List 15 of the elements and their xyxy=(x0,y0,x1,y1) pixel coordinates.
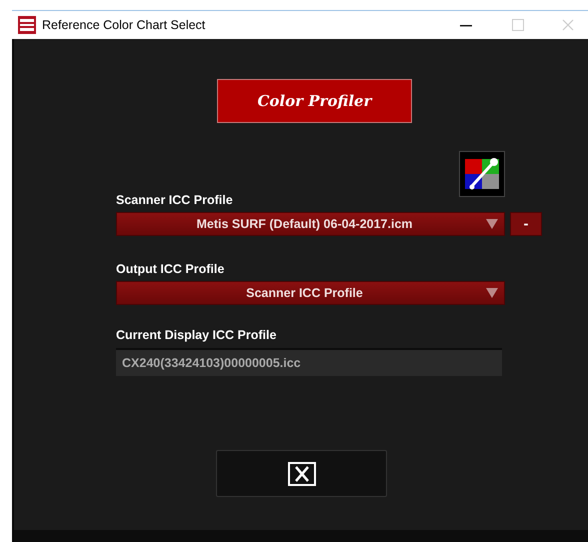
display-profile-field[interactable]: CX240(33424103)00000005.icc xyxy=(116,348,502,376)
close-button[interactable] xyxy=(216,450,387,497)
remove-button[interactable]: - xyxy=(510,212,542,236)
app-icon xyxy=(18,16,36,34)
app-logo-banner: Color Profiler xyxy=(217,79,412,123)
color-picker-icon[interactable] xyxy=(459,151,505,197)
field-label: Output ICC Profile xyxy=(116,262,226,276)
dropdown-arrow-icon xyxy=(486,219,498,229)
output-profile-dropdown[interactable]: Scanner ICC Profile xyxy=(116,281,505,305)
dropdown-arrow-icon xyxy=(486,288,498,298)
field-label: Scanner ICC Profile xyxy=(116,193,234,207)
window-title: Reference Color Chart Select xyxy=(42,16,206,34)
scanner-profile-dropdown[interactable]: Metis SURF (Default) 06-04-2017.icm xyxy=(116,212,505,236)
close-icon xyxy=(288,462,316,486)
field-label: Current Display ICC Profile xyxy=(116,328,278,342)
